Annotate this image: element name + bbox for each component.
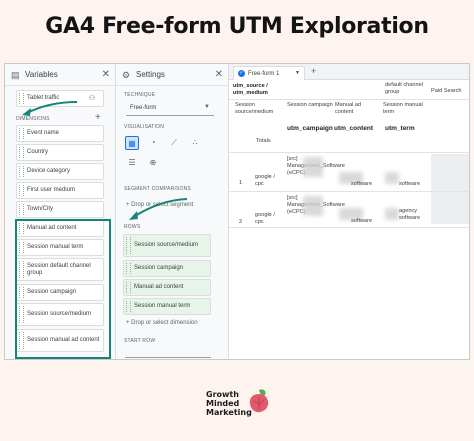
row-number: 2: [239, 219, 243, 225]
chevron-down-icon: ▼: [295, 70, 300, 76]
redaction: [385, 172, 399, 184]
header-paid-search: Paid Search: [431, 88, 462, 94]
brand-line: Marketing: [206, 408, 252, 417]
scatter-viz-icon[interactable]: ∴: [188, 136, 202, 150]
utm-content-label: utm_content: [334, 125, 373, 132]
redaction: [303, 157, 323, 177]
variables-icon: ▤: [11, 69, 20, 80]
bar-viz-icon[interactable]: ☰: [125, 156, 139, 170]
brand-line: Growth: [206, 390, 239, 399]
source-cell[interactable]: google / cpc: [255, 212, 283, 226]
segment-comparisons-label: SEGMENT COMPARISONS: [124, 186, 191, 192]
tab-label: Free-form 1: [248, 70, 280, 77]
page-title: GA4 Free-form UTM Exploration: [45, 14, 429, 39]
visualisation-label: VISUALISATION: [124, 124, 165, 130]
row-chip[interactable]: Session campaign: [123, 260, 211, 277]
line-viz-icon[interactable]: ⟋: [167, 136, 181, 150]
tab-free-form-1[interactable]: ✓ Free-form 1 ▼: [233, 66, 305, 80]
add-dimension-icon[interactable]: +: [95, 113, 101, 123]
dimension-chip[interactable]: Country: [16, 144, 104, 161]
chevron-down-icon: ▼: [204, 104, 210, 110]
donut-viz-icon[interactable]: ◔: [146, 136, 160, 150]
content-cell[interactable]: software: [351, 218, 372, 225]
brain-leaf-logo-icon: [249, 389, 269, 413]
row-number: 1: [239, 180, 243, 186]
start-row-input[interactable]: [125, 346, 211, 358]
redaction: [303, 196, 323, 216]
settings-icon: ⚙: [122, 69, 131, 80]
technique-label: TECHNIQUE: [124, 92, 156, 98]
row-chip[interactable]: Session source/medium: [123, 234, 211, 257]
col-header[interactable]: Session manual term: [383, 102, 427, 116]
rows-label: ROWS: [124, 224, 141, 230]
drop-dimension-button[interactable]: + Drop or select dimension: [126, 320, 198, 326]
utm-term-label: utm_term: [385, 125, 415, 132]
content-cell[interactable]: software: [351, 181, 372, 188]
redaction: [385, 208, 399, 220]
close-icon[interactable]: ✕: [102, 70, 110, 80]
arrow-icon: [22, 101, 78, 116]
close-icon[interactable]: ✕: [215, 70, 223, 80]
divider: [229, 99, 469, 100]
utm-campaign-label: utm_campaign: [287, 125, 333, 132]
table-viz-icon[interactable]: ▦: [125, 136, 139, 150]
ga4-exploration-window: ▤ Variables ✕ Tablet traffic ⚇ DIMENSION…: [4, 63, 470, 360]
col-header[interactable]: Session source/medium: [235, 102, 283, 116]
utm-dimensions-highlight: [15, 219, 111, 359]
col-header[interactable]: Session campaign: [287, 102, 333, 109]
header-utm-source-medium: utm_source / utm_medium: [233, 83, 268, 96]
row-chip[interactable]: Session manual term: [123, 298, 211, 315]
tab-bar: ✓ Free-form 1 ▼: [229, 64, 469, 80]
dimension-chip[interactable]: First user medium: [16, 182, 104, 199]
dimension-chip[interactable]: Device category: [16, 163, 104, 180]
paid-search-column: [431, 154, 469, 224]
row-chip[interactable]: Manual ad content: [123, 279, 211, 296]
divider: [229, 191, 469, 192]
start-row-label: START ROW: [124, 338, 156, 344]
brand-line: Minded: [206, 399, 240, 408]
technique-value: Free-form: [130, 104, 157, 111]
brand-wordmark: Growth Minded Marketing: [206, 390, 252, 417]
header-channel-group: default channel group: [385, 82, 423, 95]
divider: [229, 152, 469, 153]
settings-title: Settings: [136, 70, 165, 79]
check-icon: ✓: [238, 70, 245, 77]
variables-title: Variables: [25, 70, 58, 79]
divider: [229, 227, 469, 228]
term-cell[interactable]: software: [399, 181, 420, 188]
geo-viz-icon[interactable]: ⊕: [146, 156, 160, 170]
dimension-chip[interactable]: Event name: [16, 125, 104, 142]
technique-select[interactable]: Free-form ▼: [126, 100, 214, 116]
arrow-icon: [129, 198, 188, 220]
dimension-chip[interactable]: Town/City: [16, 201, 104, 218]
term-cell[interactable]: agency software: [399, 208, 429, 222]
users-icon: ⚇: [88, 95, 95, 102]
add-tab-icon[interactable]: +: [311, 67, 316, 76]
col-header[interactable]: Manual ad content: [335, 102, 379, 116]
source-cell[interactable]: google / cpc: [255, 174, 283, 188]
totals-label: Totals: [256, 138, 271, 144]
